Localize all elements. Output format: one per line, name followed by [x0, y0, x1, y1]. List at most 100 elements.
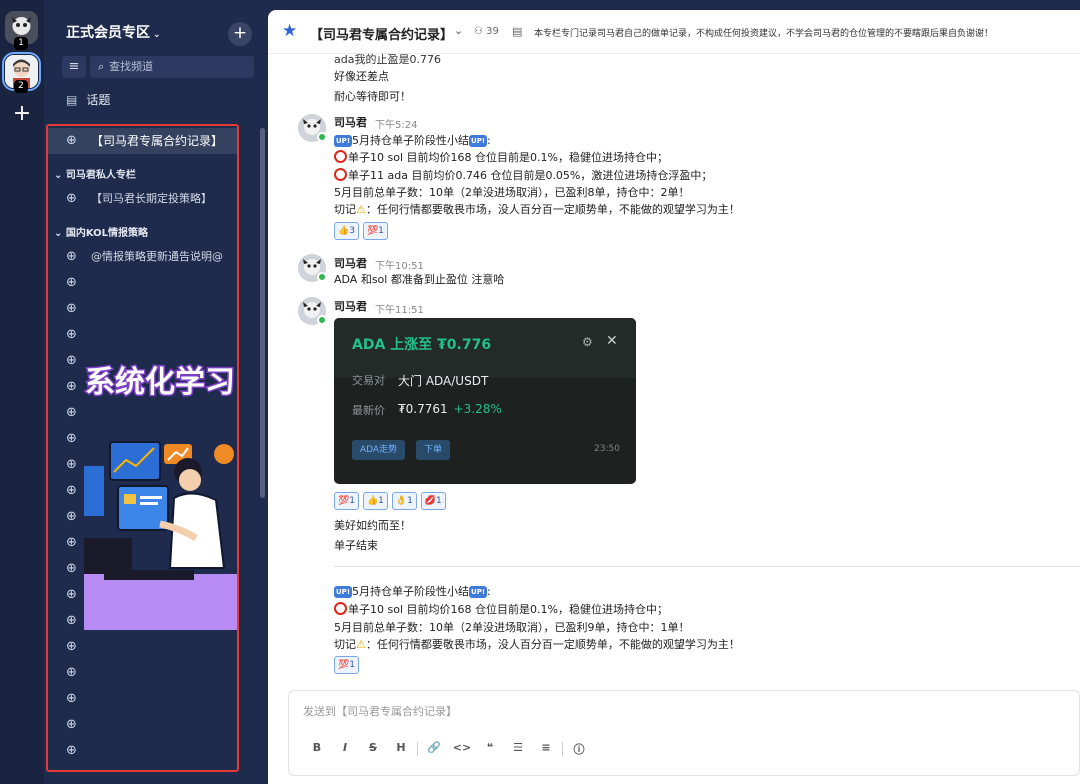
alert-title: ADA 上涨至 ₮0.776	[352, 337, 492, 353]
composer-input[interactable]: 发送到【司马君专属合约记录】	[303, 703, 457, 719]
channel-item[interactable]: ⊕	[48, 270, 237, 296]
trend-button[interactable]: ADA走势	[352, 440, 406, 460]
card-time: 23:50	[594, 444, 620, 454]
strikethrough-icon[interactable]: S	[359, 741, 387, 757]
channel-header: ★ 【司马君专属合约记录】 ⌄ ⚇ 39 ▤ 本专栏专门记录司马君自己的做单记录…	[268, 10, 1080, 54]
server-rail: 1 2 +	[0, 0, 44, 784]
reaction-kiss[interactable]: 💋1	[420, 492, 446, 510]
warning-icon: ⚠	[356, 638, 366, 651]
globe-icon: ⊕	[66, 191, 77, 206]
heading-icon[interactable]: H	[387, 741, 415, 757]
toolbar-divider	[562, 742, 563, 756]
sidebar-scrollbar[interactable]	[260, 128, 265, 498]
quote-icon[interactable]: ❝	[476, 741, 504, 757]
info-icon[interactable]: ⓘ	[565, 741, 593, 757]
server-badge-2: 2	[14, 80, 28, 93]
channel-item[interactable]: ⊕	[48, 686, 237, 712]
message-line: UP! 5月持仓单子阶段性小结 UP!:	[334, 585, 491, 598]
channel-item[interactable]: ⊕	[48, 738, 237, 764]
channel-item-notice[interactable]: ⊕ @情报策略更新通告说明@	[48, 244, 237, 270]
promo-illustration: 系统化学习	[84, 338, 237, 630]
globe-icon: ⊕	[66, 587, 77, 602]
chevron-down-icon: ⌄	[153, 30, 161, 40]
add-channel-button[interactable]: +	[228, 22, 252, 46]
channel-title[interactable]: 【司马君专属合约记录】	[310, 24, 453, 43]
reaction-100[interactable]: 💯1	[334, 492, 359, 510]
channel-item-contract-record[interactable]: ⊕ 【司马君专属合约记录】	[48, 128, 237, 154]
price-change: +3.28%	[453, 402, 502, 416]
more-icon[interactable]: ⋮	[238, 166, 239, 177]
link-icon[interactable]: 🔗	[420, 741, 448, 757]
message-author[interactable]: 司马君	[334, 255, 367, 271]
divider	[334, 566, 1080, 567]
red-circle-icon	[334, 602, 347, 615]
channel-item[interactable]: ⊕	[48, 660, 237, 686]
message-author[interactable]: 司马君	[334, 114, 367, 130]
reaction-thumbs-up[interactable]: 👍3	[334, 222, 359, 240]
message-composer[interactable]: 发送到【司马君专属合约记录】 B I S H 🔗 <> ❝ ☰ ≡ ⓘ	[288, 690, 1080, 776]
channel-item-long-term[interactable]: ⊕ 【司马君长期定投策略】	[48, 186, 237, 212]
add-server-icon[interactable]: +	[11, 101, 33, 127]
message-line: ADA 和sol 都准备到止盈位 注意哈	[334, 273, 505, 286]
price-value: ₮0.7761 +3.28%	[398, 402, 502, 416]
globe-icon: ⊕	[66, 249, 77, 264]
reactions: 💯1	[334, 656, 359, 674]
bold-icon[interactable]: B	[303, 741, 331, 757]
close-icon[interactable]: ✕	[606, 333, 618, 349]
globe-icon: ⊕	[66, 639, 77, 654]
globe-icon: ⊕	[66, 301, 77, 316]
online-status-icon	[317, 132, 327, 142]
globe-icon: ⊕	[66, 483, 77, 498]
filter-icon[interactable]: ≡	[62, 56, 86, 78]
globe-icon: ⊕	[66, 561, 77, 576]
globe-icon: ⊕	[66, 509, 77, 524]
workspace-title[interactable]: 正式会员专区 ⌄	[66, 22, 161, 42]
search-input[interactable]: ⌕ 查找频道	[90, 56, 254, 78]
globe-icon: ⊕	[66, 535, 77, 550]
message-line: 切记⚠：任何行情都要敬畏市场，没人百分百一定顺势单，不能做的观望学习为主！	[334, 638, 740, 651]
globe-icon: ⊕	[66, 133, 77, 148]
bullet-list-icon[interactable]: ☰	[504, 741, 532, 757]
star-icon[interactable]: ★	[282, 21, 297, 41]
category-kol[interactable]: ⌄ 国内KOL情报策略	[54, 224, 148, 239]
globe-icon: ⊕	[66, 691, 77, 706]
member-count[interactable]: ⚇ 39	[474, 26, 499, 37]
order-button[interactable]: 下单	[416, 440, 451, 460]
reactions: 👍3 💯1	[334, 222, 388, 240]
server-badge-1: 1	[14, 37, 28, 50]
channel-item[interactable]: ⊕	[48, 634, 237, 660]
channel-item[interactable]: ⊕	[48, 296, 237, 322]
numbered-list-icon[interactable]: ≡	[532, 741, 560, 757]
channel-description: 本专栏专门记录司马君自己的做单记录，不构成任何投资建议，不学会司马君的仓位管理的…	[534, 29, 994, 39]
topics-item[interactable]: ▤ 话题	[66, 91, 110, 108]
reaction-ok-hand[interactable]: 👌1	[391, 492, 417, 510]
italic-icon[interactable]: I	[331, 741, 359, 757]
reaction-thumbs-up[interactable]: 👍1	[362, 492, 388, 510]
chevron-down-icon[interactable]: ⌄	[454, 24, 463, 37]
message-line: 切记⚠：任何行情都要敬畏市场，没人百分百一定顺势单，不能做的观望学习为主！	[334, 203, 740, 216]
message-line: 单子10 sol 目前均价168 仓位目前是0.1%，稳健位进场持仓中；	[334, 148, 668, 167]
channel-item[interactable]: ⊕	[48, 712, 237, 738]
message-author[interactable]: 司马君	[334, 298, 367, 314]
globe-icon: ⊕	[66, 379, 77, 394]
pair-value: 大门 ADA/USDT	[398, 374, 489, 388]
gear-icon[interactable]: ⚙	[582, 335, 593, 349]
message-line: 单子结束	[334, 539, 378, 552]
document-icon: ▤	[512, 25, 523, 38]
message-line: 耐心等待即可！	[334, 90, 411, 103]
message-line: 好像还差点	[334, 70, 389, 83]
price-alert-card: ADA 上涨至 ₮0.776 ⚙ ✕ 交易对 大门 ADA/USDT 最新价 ₮0.…	[334, 318, 636, 484]
code-icon[interactable]: <>	[448, 741, 476, 757]
toolbar-divider	[417, 742, 418, 756]
channel-list: ⊕ 【司马君专属合约记录】 ⌄ 司马君私人专栏⋮ ⊕ 【司马君长期定投策略】 ⌄…	[46, 124, 239, 772]
price-row: 最新价 ₮0.7761 +3.28%	[352, 402, 502, 417]
reaction-100[interactable]: 💯1	[362, 222, 388, 240]
promo-title: 系统化学习	[85, 365, 235, 400]
up-badge-icon: UP!	[469, 586, 488, 598]
globe-icon: ⊕	[66, 665, 77, 680]
pair-row: 交易对 大门 ADA/USDT	[352, 374, 489, 388]
reactions: 💯1 👍1 👌1 💋1	[334, 492, 446, 510]
category-private[interactable]: ⌄ 司马君私人专栏⋮	[54, 166, 136, 181]
reaction-100[interactable]: 💯1	[334, 656, 359, 674]
message-line: 单子10 sol 目前均价168 仓位目前是0.1%，稳健位进场持仓中；	[334, 600, 668, 619]
